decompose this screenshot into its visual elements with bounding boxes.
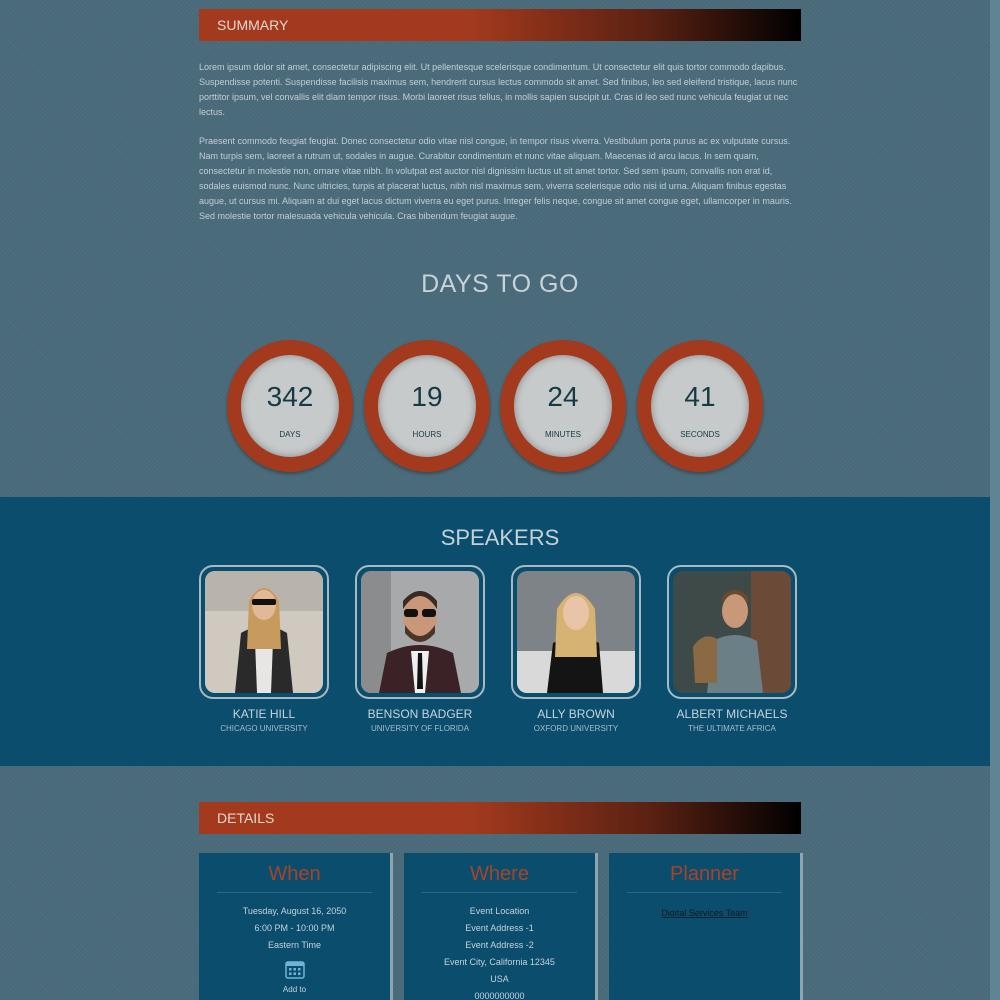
where-title: Where (470, 863, 529, 885)
card-divider (627, 892, 782, 893)
speaker-card[interactable]: ALLY BROWN OXFORD UNIVERSITY (511, 565, 641, 733)
speaker-name: ALBERT MICHAELS (676, 707, 788, 721)
countdown-title: DAYS TO GO (421, 270, 579, 298)
countdown: 342 DAYS 19 HOURS 24 MINUTES 41 SECONDS (227, 340, 767, 475)
countdown-hours-face: 19 HOURS (378, 355, 476, 457)
countdown-minutes: 24 MINUTES (500, 340, 626, 472)
speaker-name: ALLY BROWN (537, 707, 615, 721)
speaker-photo-frame[interactable] (667, 565, 797, 699)
speaker-card[interactable]: ALBERT MICHAELS THE ULTIMATE AFRICA (667, 565, 797, 733)
add-to-calendar-link[interactable]: Add to (199, 984, 390, 995)
event-timezone: Eastern Time (267, 940, 322, 950)
countdown-hours-value: 19 (411, 381, 443, 412)
countdown-minutes-face: 24 MINUTES (514, 355, 612, 457)
summary-paragraph-1: Lorem ipsum dolor sit amet, consectetur … (199, 62, 798, 117)
speaker-photo-frame[interactable] (511, 565, 641, 699)
event-address-2: Event Address -2 (465, 940, 534, 950)
summary-header: SUMMARY (199, 9, 801, 41)
speaker-photo[interactable] (517, 571, 635, 693)
details-header: DETAILS (199, 802, 801, 834)
countdown-hours-label: HOURS (412, 430, 442, 439)
speaker-photo[interactable] (361, 571, 479, 693)
where-card: Where Event Location Event Address -1 Ev… (404, 853, 595, 1000)
countdown-days-label: DAYS (279, 430, 301, 439)
details-header-label: DETAILS (217, 810, 275, 826)
planner-card: Planner Digital Services Team (609, 853, 800, 1000)
speakers-title: SPEAKERS (440, 525, 560, 550)
countdown-days-face: 342 DAYS (241, 355, 339, 457)
when-title: When (268, 863, 321, 885)
countdown-minutes-value: 24 (547, 381, 579, 412)
speaker-org: THE ULTIMATE AFRICA (688, 724, 776, 733)
summary-paragraph-2: Praesent commodo feugiat feugiat. Donec … (199, 136, 792, 221)
speaker-photo-frame[interactable] (355, 565, 485, 699)
event-location: Event Location (469, 906, 530, 916)
speaker-name: KATIE HILL (232, 707, 296, 721)
countdown-days-value: 342 (266, 381, 314, 412)
planner-title: Planner (670, 863, 739, 885)
event-time: 6:00 PM - 10:00 PM (254, 923, 335, 933)
event-country: USA (490, 974, 509, 984)
when-card: When Tuesday, August 16, 2050 6:00 PM - … (199, 853, 390, 1000)
speaker-photo[interactable] (673, 571, 791, 693)
summary-header-label: SUMMARY (217, 17, 289, 33)
calendar-icon[interactable] (284, 959, 305, 984)
card-divider (422, 892, 577, 893)
speaker-photo-frame[interactable] (199, 565, 329, 699)
event-address-1: Event Address -1 (465, 923, 534, 933)
speaker-org: CHICAGO UNIVERSITY (220, 724, 308, 733)
planner-link[interactable]: Digital Services Team (661, 908, 747, 918)
countdown-seconds-face: 41 SECONDS (651, 355, 749, 457)
speaker-card[interactable]: BENSON BADGER UNIVERSITY OF FLORIDA (355, 565, 485, 733)
summary-text: Lorem ipsum dolor sit amet, consectetur … (199, 60, 801, 238)
countdown-hours: 19 HOURS (364, 340, 490, 472)
countdown-seconds: 41 SECONDS (637, 340, 763, 472)
event-phone: 0000000000 (474, 991, 525, 1000)
speaker-card[interactable]: KATIE HILL CHICAGO UNIVERSITY (199, 565, 329, 733)
speaker-photo[interactable] (205, 571, 323, 693)
speaker-org: OXFORD UNIVERSITY (533, 724, 619, 733)
countdown-minutes-label: MINUTES (545, 430, 581, 439)
event-date: Tuesday, August 16, 2050 (242, 906, 347, 916)
card-divider (217, 892, 372, 893)
countdown-seconds-label: SECONDS (680, 430, 720, 439)
speaker-org: UNIVERSITY OF FLORIDA (370, 724, 470, 733)
countdown-seconds-value: 41 (684, 381, 716, 412)
event-city: Event City, California 12345 (444, 957, 555, 967)
speaker-name: BENSON BADGER (367, 707, 473, 721)
countdown-days: 342 DAYS (227, 340, 353, 472)
scrollbar-track[interactable] (990, 0, 1000, 1000)
